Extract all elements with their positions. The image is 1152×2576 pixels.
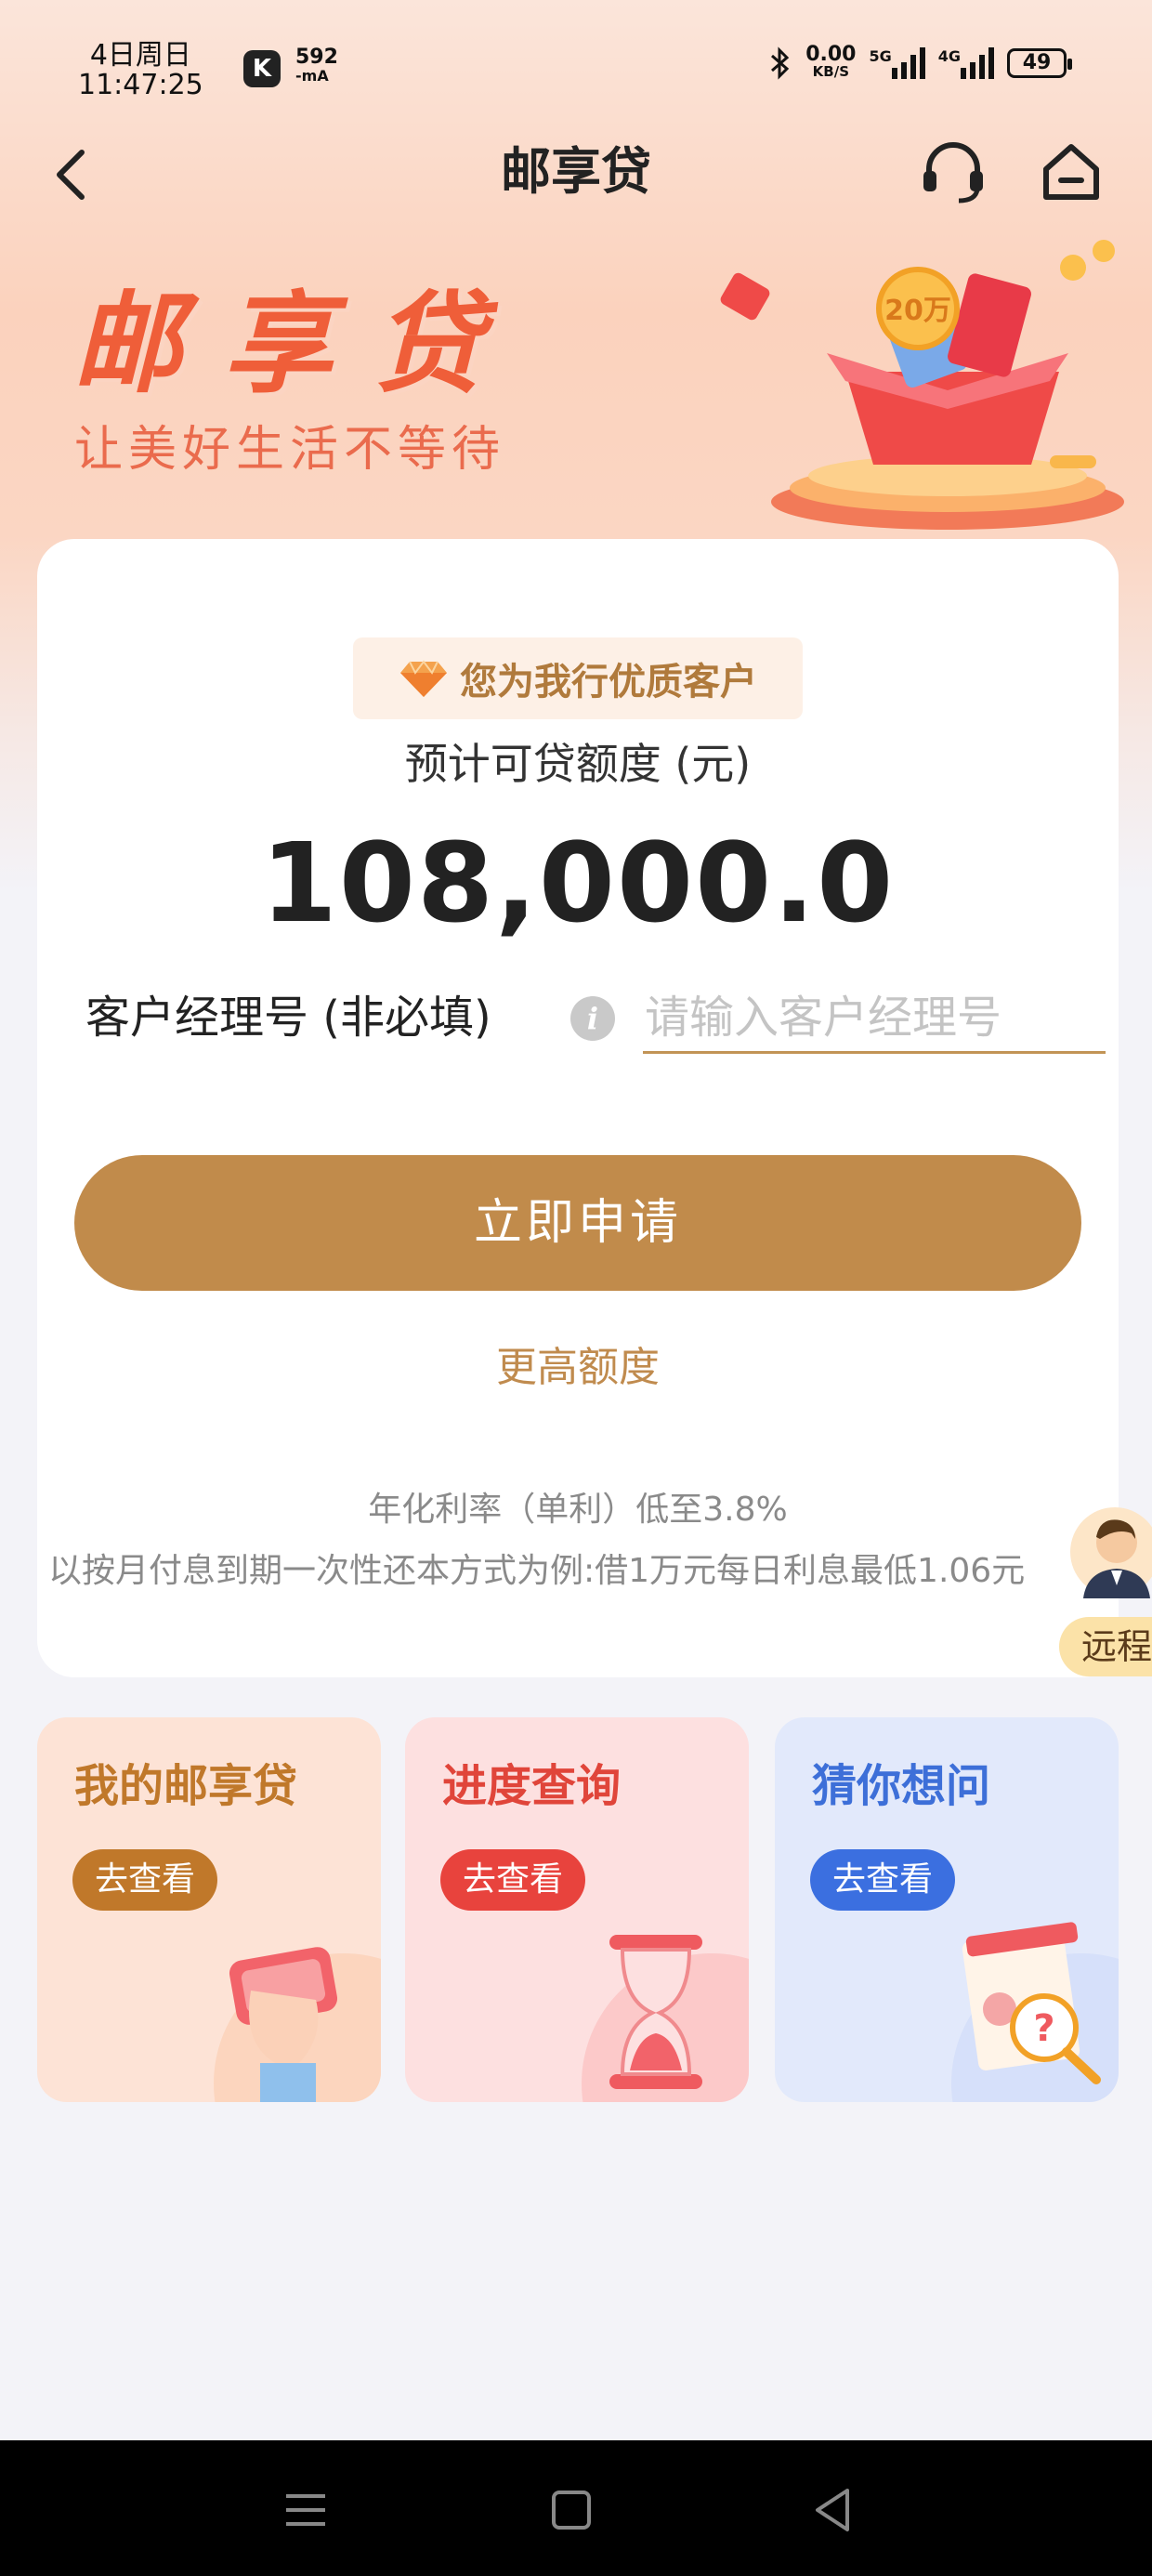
network-4g-label: 4G (937, 47, 961, 65)
phone-hand-illustration (214, 1947, 381, 2102)
signal-bars-icon (891, 47, 925, 79)
back-triangle-icon[interactable] (801, 2477, 866, 2543)
signal-5g: 5G (869, 47, 925, 79)
manager-number-row: 客户经理号 (非必填) i (85, 976, 1107, 1059)
net-speed-value: 0.00 (805, 43, 857, 66)
tile-progress-query[interactable]: 进度查询 去查看 (405, 1717, 749, 2102)
banner-title: 邮享贷 (72, 280, 525, 408)
manager-number-label: 客户经理号 (非必填) (85, 992, 491, 1044)
loan-card: 您为我行优质客户 预计可贷额度 (元) 108,000.0 客户经理号 (非必填… (37, 539, 1119, 1677)
battery-icon: 49 (1007, 48, 1072, 78)
gift-box-illustration: 20万 (720, 240, 1124, 530)
interest-rate-text: 年化利率（单利）低至3.8% (368, 1491, 788, 1529)
diamond-icon (400, 660, 447, 697)
status-datetime: 4日周日 11:47:25 (78, 41, 203, 100)
bluetooth-icon (771, 46, 790, 80)
status-bar: 4日周日 11:47:25 K 592 -mA 0.00 KB/S 5G 4G … (0, 0, 1152, 139)
tile-faq[interactable]: 猜你想问 去查看 ? (775, 1717, 1119, 2102)
signal-4g: 4G (938, 47, 994, 79)
remote-service-label[interactable]: 远程 (1059, 1617, 1152, 1676)
network-5g-label: 5G (869, 47, 892, 65)
coin-label: 20万 (884, 295, 951, 327)
svg-text:?: ? (1033, 2007, 1054, 2050)
signal-bars-icon (961, 47, 994, 79)
tile-my-loan[interactable]: 我的邮享贷 去查看 (37, 1717, 381, 2102)
net-speed: 0.00 KB/S (805, 43, 857, 81)
net-speed-unit: KB/S (812, 63, 849, 80)
loan-amount: 108,000.0 (260, 819, 896, 947)
headset-icon[interactable] (918, 139, 988, 204)
estimate-label: 预计可贷额度 (元) (404, 739, 752, 789)
tile-title: 猜你想问 (812, 1760, 991, 1812)
tile-title: 进度查询 (442, 1760, 622, 1812)
current-value: 592 (295, 46, 338, 69)
back-chevron-icon[interactable] (45, 145, 100, 201)
info-icon[interactable]: i (570, 996, 615, 1041)
hourglass-illustration (582, 1935, 749, 2102)
status-date: 4日周日 (89, 39, 191, 72)
status-time: 11:47:25 (78, 69, 203, 101)
current-unit: -mA (295, 67, 329, 85)
top-nav: 邮享贷 (0, 130, 1152, 214)
current-readout: 592 -mA (295, 46, 338, 85)
home-square-icon[interactable] (539, 2477, 604, 2543)
menu-icon[interactable] (273, 2477, 338, 2543)
manager-number-input[interactable] (643, 983, 1106, 1054)
system-nav-bar (0, 2440, 1152, 2576)
agent-avatar-icon (1070, 1507, 1152, 1598)
apply-now-button[interactable]: 立即申请 (74, 1155, 1081, 1291)
document-question-illustration: ? (951, 1922, 1119, 2102)
higher-limit-link[interactable]: 更高额度 (37, 1340, 1119, 1396)
premium-customer-badge: 您为我行优质客户 (353, 637, 803, 719)
tile-title: 我的邮享贷 (74, 1760, 298, 1812)
app-notification-icon: K (243, 50, 281, 87)
remote-service-float[interactable]: 远程 (1059, 1496, 1152, 1682)
home-icon[interactable] (1039, 139, 1104, 204)
interest-example-text: 以按月付息到期一次性还本方式为例:借1万元每日利息最低1.06元 (48, 1552, 1026, 1590)
status-right: 0.00 KB/S 5G 4G 49 (768, 43, 1072, 81)
banner-subtitle: 让美好生活不等待 (74, 422, 506, 478)
badge-label: 您为我行优质客户 (460, 661, 757, 703)
